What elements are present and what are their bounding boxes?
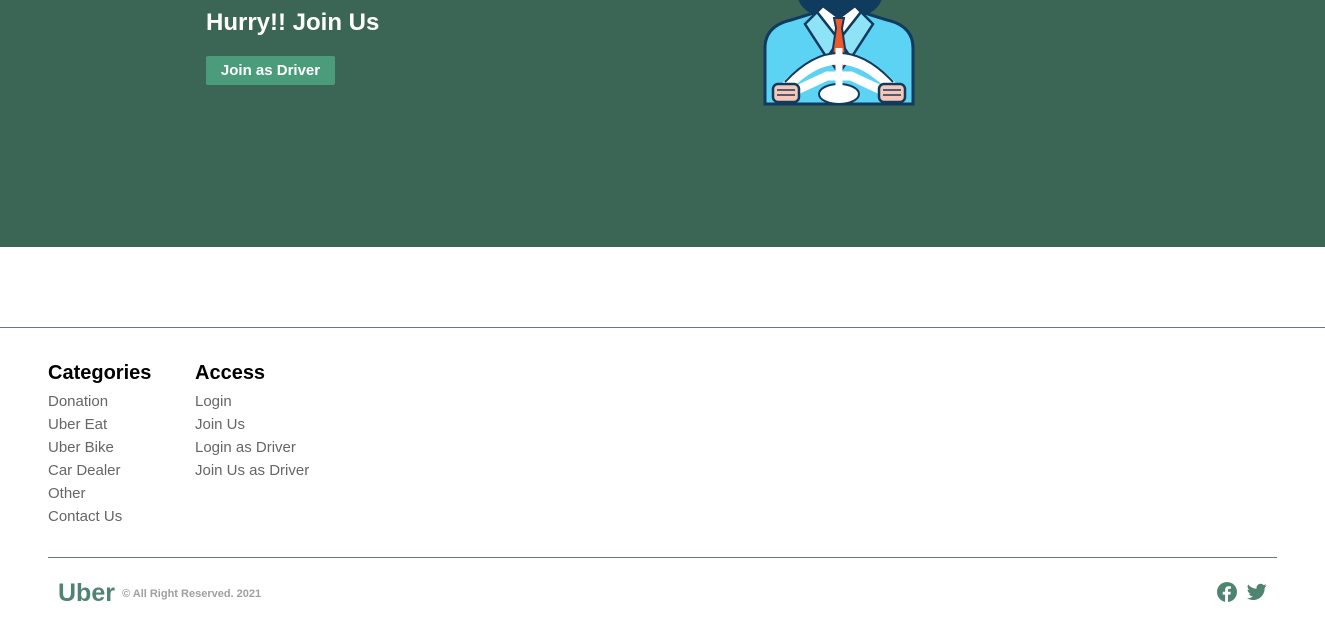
list-item: Join Us — [195, 413, 309, 436]
link-login-as-driver[interactable]: Login as Driver — [195, 439, 296, 456]
driver-illustration-icon — [763, 0, 915, 106]
categories-heading: Categories — [48, 362, 152, 384]
link-join-us[interactable]: Join Us — [195, 416, 245, 433]
list-item: Login as Driver — [195, 436, 309, 459]
join-as-driver-button[interactable]: Join as Driver — [206, 56, 335, 85]
link-login[interactable]: Login — [195, 393, 232, 410]
link-uber-bike[interactable]: Uber Bike — [48, 439, 114, 456]
access-list: Login Join Us Login as Driver Join Us as… — [195, 390, 309, 482]
link-uber-eat[interactable]: Uber Eat — [48, 416, 107, 433]
footer-divider-bottom — [48, 557, 1277, 558]
categories-list: Donation Uber Eat Uber Bike Car Dealer O… — [48, 390, 151, 528]
list-item: Login — [195, 390, 309, 413]
link-donation[interactable]: Donation — [48, 393, 108, 410]
access-heading: Access — [195, 362, 266, 384]
link-contact-us[interactable]: Contact Us — [48, 508, 122, 525]
list-item: Uber Eat — [48, 413, 151, 436]
link-car-dealer[interactable]: Car Dealer — [48, 462, 121, 479]
link-other[interactable]: Other — [48, 485, 86, 502]
brand-logo[interactable]: Uber — [58, 578, 115, 608]
copyright-text: © All Right Reserved. 2021 — [122, 588, 262, 600]
list-item: Uber Bike — [48, 436, 151, 459]
list-item: Car Dealer — [48, 459, 151, 482]
link-join-us-as-driver[interactable]: Join Us as Driver — [195, 462, 309, 479]
list-item: Contact Us — [48, 505, 151, 528]
footer-access-column: Access Login Join Us Login as Driver Joi… — [195, 360, 309, 482]
list-item: Other — [48, 482, 151, 505]
facebook-icon[interactable] — [1217, 582, 1237, 602]
twitter-icon[interactable] — [1247, 582, 1267, 602]
list-item: Join Us as Driver — [195, 459, 309, 482]
footer-categories-column: Categories Donation Uber Eat Uber Bike C… — [48, 360, 151, 528]
hero-title: Hurry!! Join Us — [206, 9, 380, 36]
hero-banner: Hurry!! Join Us Join as Driver — [0, 0, 1325, 247]
list-item: Donation — [48, 390, 151, 413]
footer-divider-top — [0, 327, 1325, 328]
